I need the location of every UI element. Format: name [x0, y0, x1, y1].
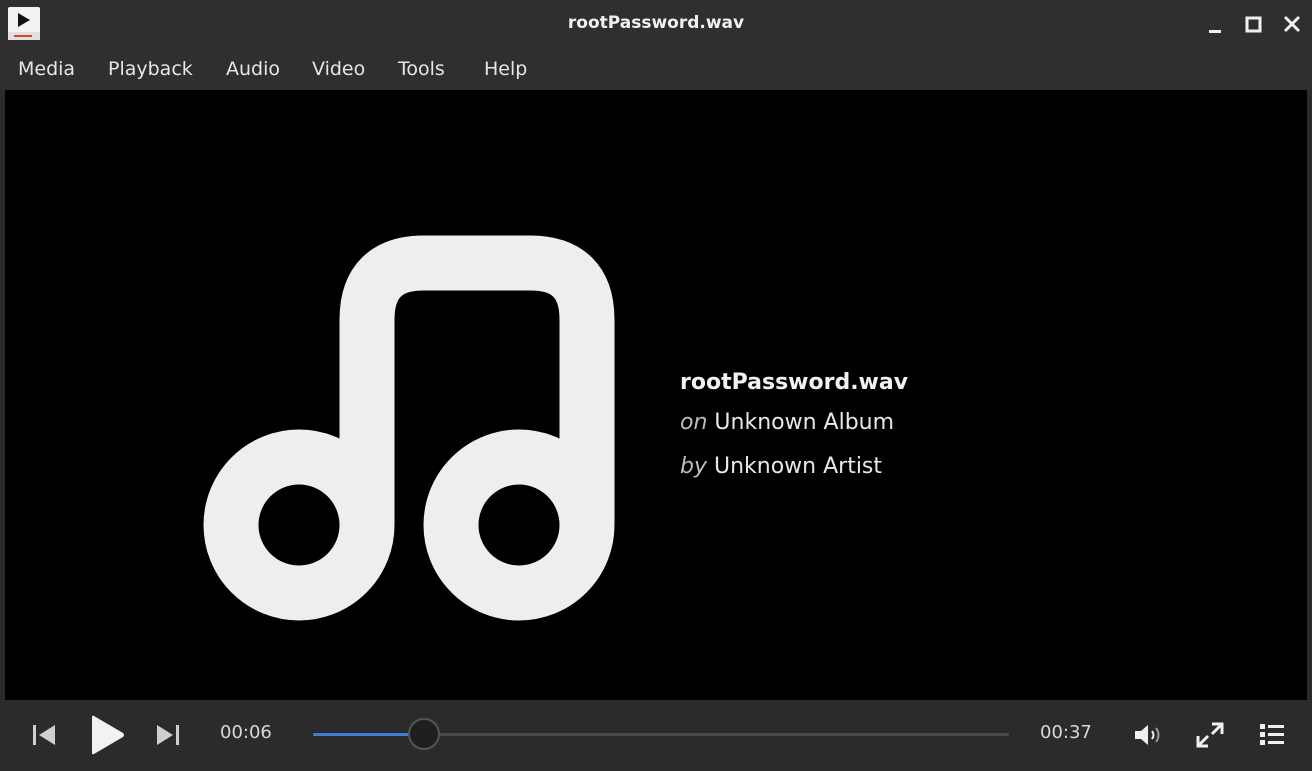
maximize-icon[interactable] — [1242, 12, 1266, 36]
menu-audio[interactable]: Audio — [226, 58, 280, 80]
volume-icon[interactable] — [1132, 722, 1164, 748]
menu-video[interactable]: Video — [312, 58, 365, 80]
fullscreen-icon[interactable] — [1194, 720, 1226, 750]
media-title: rootPassword.wav — [680, 370, 909, 395]
media-info: rootPassword.wav on Unknown Album by Unk… — [680, 370, 908, 498]
music-note-icon — [203, 235, 615, 621]
album-prefix: on — [680, 410, 708, 435]
previous-icon[interactable] — [30, 722, 58, 748]
video-area[interactable]: rootPassword.wav on Unknown Album by Unk… — [5, 90, 1307, 700]
menu-tools[interactable]: Tools — [398, 58, 445, 80]
menu-playback[interactable]: Playback — [108, 58, 193, 80]
artist-prefix: by — [680, 454, 707, 479]
title-bar: rootPassword.wav — [0, 0, 1312, 48]
close-icon[interactable] — [1280, 12, 1304, 36]
menu-media[interactable]: Media — [18, 58, 75, 80]
album-line: on Unknown Album — [680, 410, 908, 454]
playlist-icon[interactable] — [1258, 722, 1286, 748]
window-title: rootPassword.wav — [567, 13, 745, 33]
total-time: 00:37 — [1040, 722, 1092, 743]
album-name: Unknown Album — [714, 410, 895, 435]
menu-help[interactable]: Help — [484, 58, 527, 80]
controls-bar: 00:06 00:37 — [0, 700, 1312, 771]
menu-bar: Media Playback Audio Video Tools Help — [0, 48, 1312, 90]
artist-line: by Unknown Artist — [680, 454, 908, 498]
seek-handle[interactable] — [408, 718, 441, 750]
seek-slider[interactable] — [313, 718, 1009, 750]
artist-name: Unknown Artist — [713, 454, 883, 479]
next-icon[interactable] — [154, 722, 182, 748]
current-time: 00:06 — [220, 722, 272, 743]
play-icon[interactable] — [88, 714, 126, 756]
minimize-icon[interactable] — [1204, 12, 1228, 36]
